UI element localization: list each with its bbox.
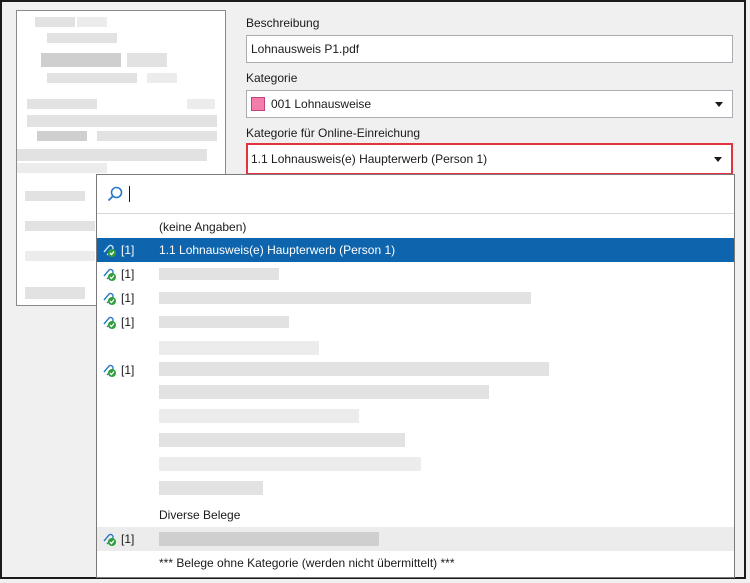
option-blurred[interactable]: [1] — [97, 286, 734, 310]
option-diverse[interactable]: [1] — [97, 527, 734, 551]
option-label: 1.1 Lohnausweis(e) Haupterwerb (Person 1… — [159, 243, 396, 257]
chevron-down-icon[interactable] — [715, 101, 723, 107]
option-blurred[interactable]: [1] — [97, 310, 734, 334]
search-icon — [107, 186, 123, 202]
window-frame: Beschreibung Lohnausweis P1.pdf Kategori… — [0, 0, 746, 579]
online-category-label: Kategorie für Online-Einreichung — [246, 126, 421, 140]
option-selected[interactable]: [1] 1.1 Lohnausweis(e) Haupterwerb (Pers… — [97, 238, 734, 262]
attachment-check-icon — [103, 364, 116, 377]
kategorie-label: Kategorie — [246, 71, 298, 85]
dropdown-search-row[interactable] — [97, 175, 734, 214]
beschreibung-label: Beschreibung — [246, 16, 320, 30]
option-count: [1] — [121, 363, 135, 377]
option-count: [1] — [121, 267, 135, 281]
option-count: [1] — [121, 243, 135, 257]
group-header-diverse: Diverse Belege — [159, 508, 241, 522]
kategorie-select[interactable]: 001 Lohnausweise — [246, 90, 733, 118]
attachment-check-icon — [103, 244, 116, 257]
option-none[interactable]: (keine Angaben) — [97, 215, 734, 239]
beschreibung-input[interactable]: Lohnausweis P1.pdf — [246, 35, 733, 63]
option-count: [1] — [121, 315, 135, 329]
option-blurred[interactable]: [1] — [97, 358, 734, 382]
beschreibung-value: Lohnausweis P1.pdf — [251, 42, 360, 56]
attachment-check-icon — [103, 316, 116, 329]
option-label: *** Belege ohne Kategorie (werden nicht … — [159, 556, 455, 570]
option-blurred[interactable]: [1] — [97, 262, 734, 286]
kategorie-value: 001 Lohnausweise — [271, 97, 372, 111]
category-color-swatch — [251, 97, 265, 111]
option-count: [1] — [121, 291, 135, 305]
attachment-check-icon — [103, 292, 116, 305]
attachment-check-icon — [103, 533, 116, 546]
option-label: (keine Angaben) — [159, 220, 247, 234]
online-category-select[interactable]: 1.1 Lohnausweis(e) Haupterwerb (Person 1… — [246, 143, 733, 175]
option-no-category[interactable]: *** Belege ohne Kategorie (werden nicht … — [97, 551, 734, 575]
attachment-check-icon — [103, 268, 116, 281]
category-dropdown-list[interactable]: (keine Angaben) [1] 1.1 Lohnausweis(e) H… — [96, 174, 735, 578]
option-count: [1] — [121, 532, 135, 546]
search-input[interactable] — [129, 186, 130, 202]
chevron-down-icon[interactable] — [714, 156, 722, 162]
online-category-value: 1.1 Lohnausweis(e) Haupterwerb (Person 1… — [251, 152, 488, 166]
